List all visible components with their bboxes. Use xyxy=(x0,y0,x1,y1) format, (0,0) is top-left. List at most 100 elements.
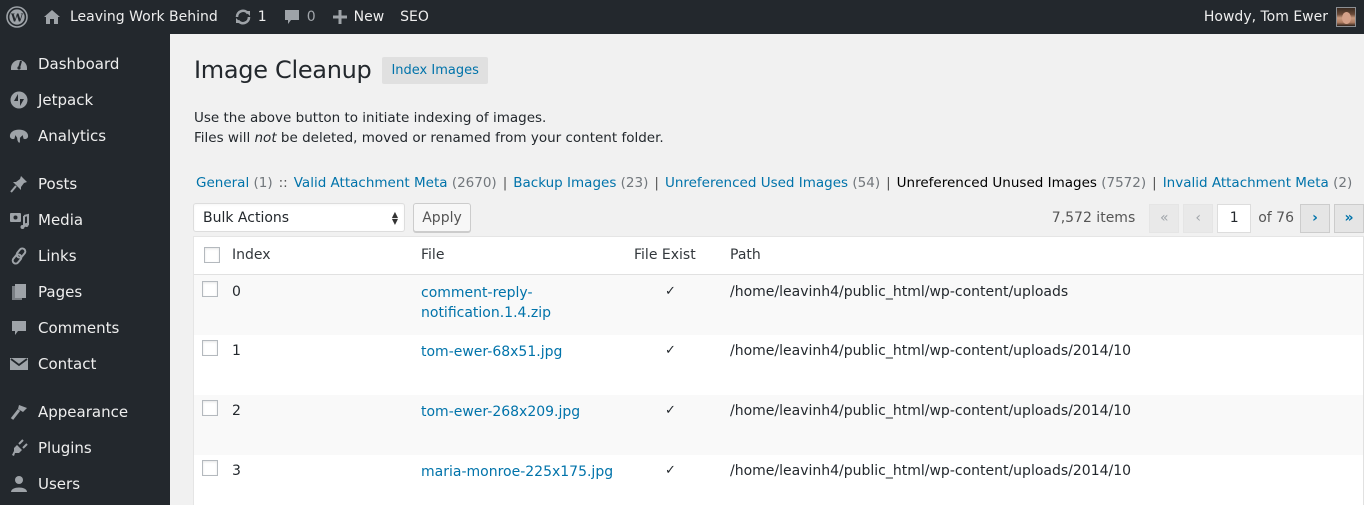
items-count: 7,572 items xyxy=(1051,210,1136,226)
updates-icon xyxy=(235,9,251,25)
howdy-text: Howdy, Tom Ewer xyxy=(1203,9,1328,25)
row-path: /home/leavinh4/public_html/wp-content/up… xyxy=(730,343,1132,359)
first-page-button[interactable]: « xyxy=(1149,203,1180,233)
svg-text:W: W xyxy=(10,12,24,25)
row-checkbox[interactable] xyxy=(202,400,218,416)
comment-icon xyxy=(9,318,29,338)
filter-unreferenced-unused-images[interactable]: Unreferenced Unused Images (7572) xyxy=(897,175,1146,191)
index-images-button[interactable]: Index Images xyxy=(382,56,488,84)
sidebar-item-users[interactable]: Users xyxy=(0,466,170,502)
site-name: Leaving Work Behind xyxy=(70,9,218,25)
file-exist-check: ✓ xyxy=(665,343,676,358)
sidebar-item-media[interactable]: Media xyxy=(0,202,170,238)
updates-count: 1 xyxy=(257,9,267,25)
filter-unreferenced-used-images[interactable]: Unreferenced Used Images (54) xyxy=(665,175,880,191)
sidebar-item-label: Contact xyxy=(38,355,97,373)
total-pages: of 76 xyxy=(1258,210,1294,226)
description-line-1: Use the above button to initiate indexin… xyxy=(194,110,547,126)
avatar xyxy=(1336,7,1356,27)
pages-icon xyxy=(9,282,29,302)
pagination: 7,572 items « ‹ 1 of 76 › » xyxy=(1052,202,1364,234)
plug-icon xyxy=(9,438,29,458)
images-table: Index File File Exist Path 0 comment-rep… xyxy=(193,236,1364,505)
row-path: /home/leavinh4/public_html/wp-content/up… xyxy=(730,403,1132,419)
column-header-file[interactable]: File xyxy=(421,247,444,263)
row-checkbox[interactable] xyxy=(202,340,218,356)
wordpress-logo-button[interactable]: W xyxy=(0,0,35,34)
plus-icon xyxy=(332,10,347,24)
row-index: 1 xyxy=(232,343,241,359)
file-link[interactable]: tom-ewer-268x209.jpg xyxy=(421,402,580,422)
sidebar-item-label: Users xyxy=(38,475,81,493)
row-index: 2 xyxy=(232,403,241,419)
sidebar-item-label: Plugins xyxy=(38,439,92,457)
sidebar-item-label: Links xyxy=(38,247,77,265)
filter-general[interactable]: General (1) xyxy=(196,175,273,191)
current-page-input[interactable]: 1 xyxy=(1217,203,1252,233)
file-exist-check: ✓ xyxy=(665,284,676,299)
sidebar-item-dashboard[interactable]: Dashboard xyxy=(0,46,170,82)
column-header-file-exist[interactable]: File Exist xyxy=(634,247,696,263)
last-page-button[interactable]: » xyxy=(1334,203,1364,233)
prev-page-button[interactable]: ‹ xyxy=(1183,203,1214,233)
sidebar-item-links[interactable]: Links xyxy=(0,238,170,274)
sidebar-item-label: Media xyxy=(38,211,84,229)
page-description: Use the above button to initiate indexin… xyxy=(194,108,664,148)
sidebar-item-label: Jetpack xyxy=(38,91,94,109)
sidebar-item-label: Dashboard xyxy=(38,55,120,73)
sidebar-item-contact[interactable]: Contact xyxy=(0,346,170,382)
wordpress-logo-icon: W xyxy=(6,6,28,28)
filter-backup-images[interactable]: Backup Images (23) xyxy=(513,175,648,191)
file-exist-check: ✓ xyxy=(665,463,676,478)
row-checkbox[interactable] xyxy=(202,460,218,476)
sidebar-item-label: Comments xyxy=(38,319,120,337)
site-name-link[interactable]: Leaving Work Behind xyxy=(35,0,226,34)
column-header-path[interactable]: Path xyxy=(730,247,761,263)
table-header: Index File File Exist Path xyxy=(194,237,1363,275)
sidebar-item-analytics[interactable]: Analytics xyxy=(0,118,170,154)
admin-sidebar: Dashboard Jetpack Analytics Posts Media … xyxy=(0,34,170,505)
my-account-link[interactable]: Howdy, Tom Ewer xyxy=(1196,0,1364,34)
column-header-index[interactable]: Index xyxy=(232,247,271,263)
sidebar-item-label: Pages xyxy=(38,283,83,301)
next-page-button[interactable]: › xyxy=(1300,203,1330,233)
filter-links: General (1):: Valid Attachment Meta (2670… xyxy=(196,175,1353,191)
analytics-icon xyxy=(9,126,29,146)
comments-link[interactable]: 0 xyxy=(275,0,324,34)
comments-count: 0 xyxy=(306,9,316,25)
select-all-checkbox[interactable] xyxy=(204,247,220,263)
paintbrush-icon xyxy=(9,402,29,422)
file-exist-check: ✓ xyxy=(665,403,676,418)
filter-valid-attachment-meta[interactable]: Valid Attachment Meta (2670) xyxy=(294,175,497,191)
sidebar-item-appearance[interactable]: Appearance xyxy=(0,394,170,430)
sidebar-item-posts[interactable]: Posts xyxy=(0,166,170,202)
sidebar-item-plugins[interactable]: Plugins xyxy=(0,430,170,466)
apply-button[interactable]: Apply xyxy=(413,203,471,232)
file-link[interactable]: tom-ewer-68x51.jpg xyxy=(421,342,562,362)
seo-label: SEO xyxy=(400,9,429,25)
table-row: 1 tom-ewer-68x51.jpg ✓ /home/leavinh4/pu… xyxy=(194,335,1363,395)
sidebar-item-label: Appearance xyxy=(38,403,129,421)
link-icon xyxy=(9,246,29,266)
table-nav: Bulk Actions ▲ ▼ Apply 7,572 items « ‹ 1 … xyxy=(193,202,1364,234)
updates-link[interactable]: 1 xyxy=(226,0,275,34)
row-index: 3 xyxy=(232,463,241,479)
row-path: /home/leavinh4/public_html/wp-content/up… xyxy=(730,284,1069,300)
dashboard-icon xyxy=(9,54,29,74)
sidebar-item-jetpack[interactable]: Jetpack xyxy=(0,82,170,118)
sidebar-item-label: Analytics xyxy=(38,127,107,145)
sidebar-item-pages[interactable]: Pages xyxy=(0,274,170,310)
sidebar-item-label: Posts xyxy=(38,175,78,193)
table-row: 2 tom-ewer-268x209.jpg ✓ /home/leavinh4/… xyxy=(194,395,1363,455)
envelope-icon xyxy=(9,354,29,374)
new-content-link[interactable]: New xyxy=(324,0,393,34)
description-line-2: Files will not be deleted, moved or rena… xyxy=(194,130,664,146)
filter-invalid-attachment-meta[interactable]: Invalid Attachment Meta (2) xyxy=(1163,175,1353,191)
sidebar-item-comments[interactable]: Comments xyxy=(0,310,170,346)
file-link[interactable]: comment-reply-notification.1.4.zip xyxy=(421,283,571,323)
bulk-actions-select[interactable]: Bulk Actions ▲ ▼ xyxy=(193,203,405,232)
row-index: 0 xyxy=(232,284,241,300)
file-link[interactable]: maria-monroe-225x175.jpg xyxy=(421,462,613,482)
row-checkbox[interactable] xyxy=(202,281,218,297)
seo-link[interactable]: SEO xyxy=(392,0,437,34)
